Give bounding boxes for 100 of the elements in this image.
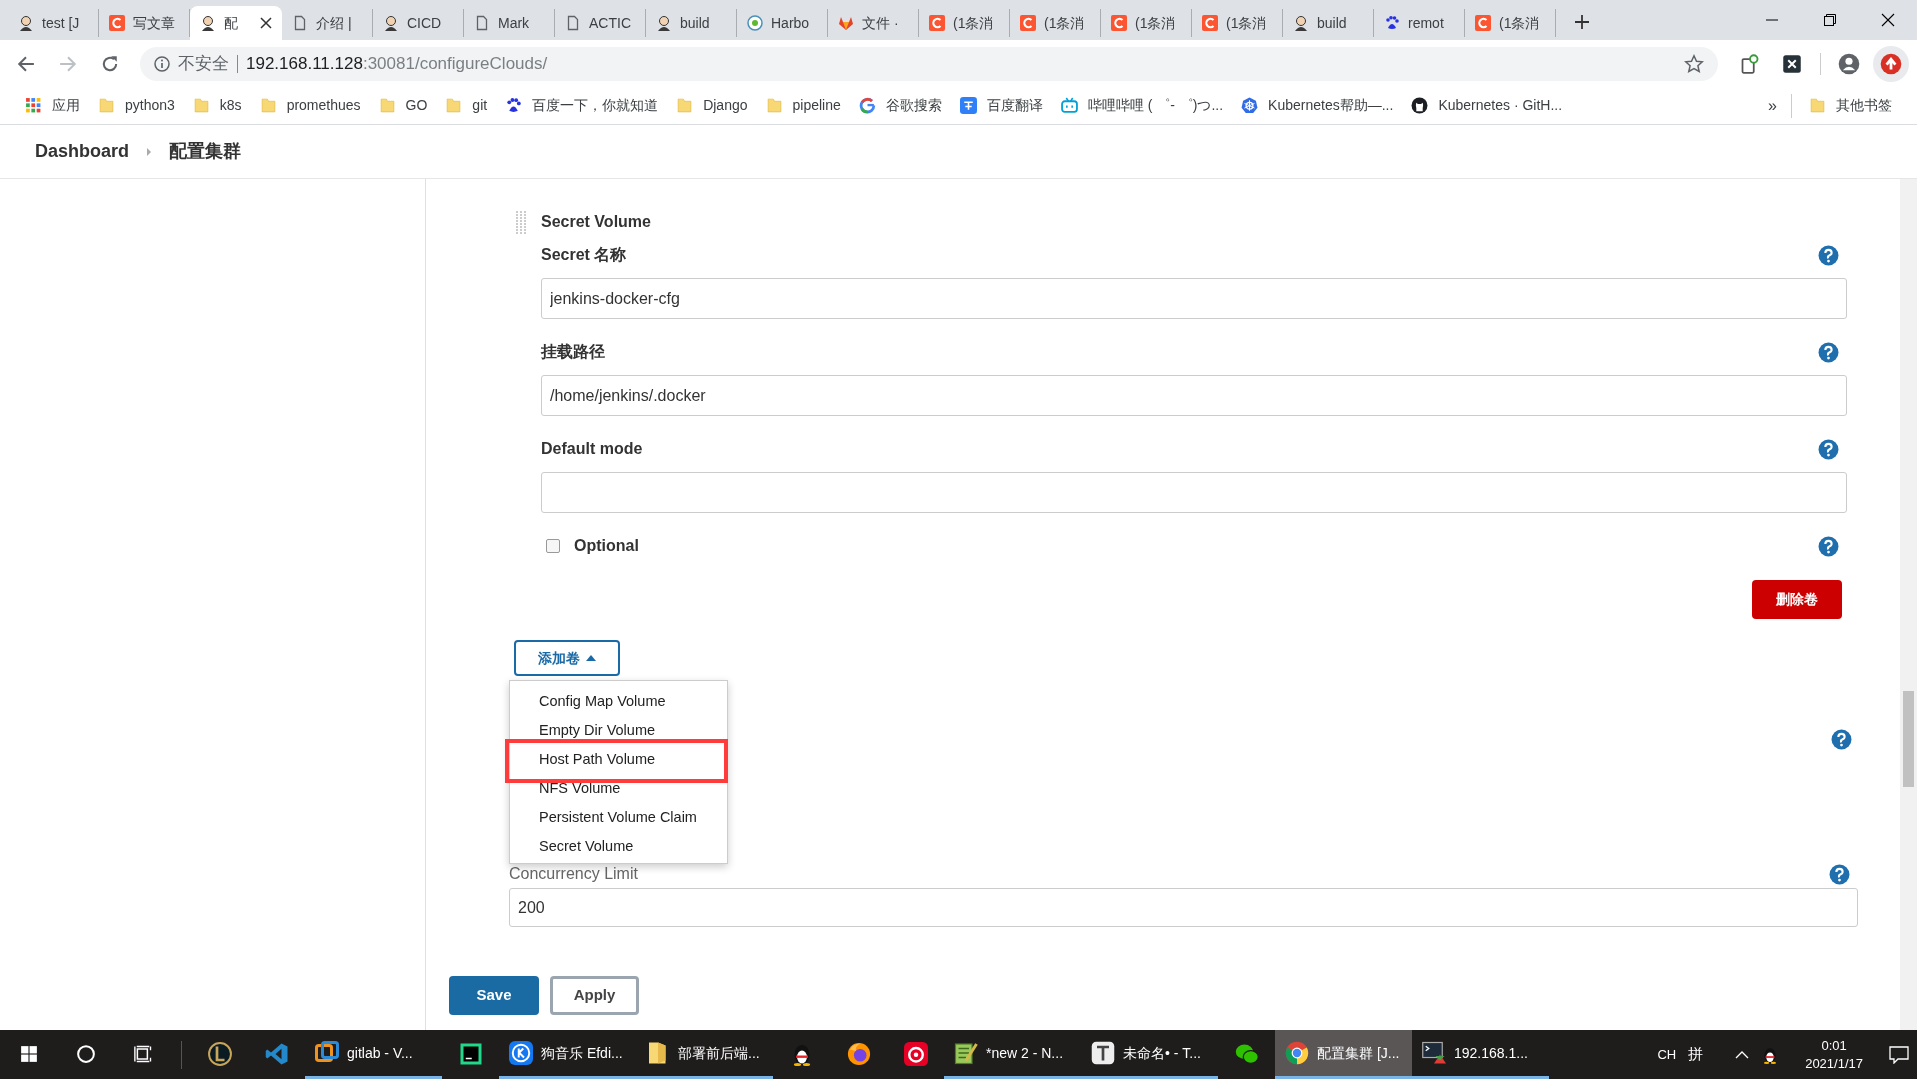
bookmark[interactable]: k8s bbox=[183, 91, 251, 120]
help-icon[interactable] bbox=[1818, 244, 1839, 266]
bookmark[interactable]: Kubernetes帮助—... bbox=[1232, 91, 1403, 120]
bookmark[interactable]: 其他书签 bbox=[1800, 91, 1901, 120]
text-field[interactable]: /home/jenkins/.docker bbox=[541, 375, 1847, 416]
field-label: Secret 名称 bbox=[541, 245, 627, 265]
bookmark[interactable]: Kubernetes · GitH... bbox=[1402, 91, 1572, 120]
reload-icon[interactable] bbox=[101, 54, 119, 73]
taskbar-button[interactable]: 狗音乐 Efdi... bbox=[499, 1030, 636, 1079]
taskbar-button[interactable]: *new 2 - N... bbox=[944, 1030, 1081, 1079]
browser-tab[interactable]: (1条消 bbox=[1192, 9, 1283, 37]
menu-item[interactable]: Empty Dir Volume bbox=[510, 715, 727, 744]
address-field[interactable]: 不安全 192.168.11.128:30081/configureClouds/ bbox=[140, 46, 1718, 81]
breadcrumb-link[interactable]: 配置集群 bbox=[169, 138, 242, 165]
bookmark[interactable]: 谷歌搜索 bbox=[849, 91, 951, 120]
chevron-up-icon[interactable] bbox=[1735, 1050, 1750, 1059]
logo-icon bbox=[903, 1041, 928, 1066]
taskbar-button[interactable]: 部署前后端... bbox=[636, 1030, 773, 1079]
delete-button[interactable]: 删除卷 bbox=[1752, 580, 1842, 619]
folder-icon bbox=[765, 97, 783, 114]
text-field[interactable]: 200 bbox=[509, 888, 1858, 927]
browser-tab[interactable]: (1条消 bbox=[1101, 9, 1192, 37]
browser-tab[interactable]: 介绍 | bbox=[282, 9, 373, 37]
menu-item[interactable]: Secret Volume bbox=[510, 831, 727, 860]
bookmark[interactable]: 哔哩哔哩 ( ゜- ゜)つ... bbox=[1051, 91, 1233, 120]
restore-icon[interactable] bbox=[1824, 14, 1836, 26]
field-label: Default mode bbox=[541, 439, 643, 459]
taskbar-button[interactable]: 配置集群 [J... bbox=[1275, 1030, 1412, 1079]
browser-tab[interactable]: build bbox=[1283, 9, 1374, 37]
bookmark[interactable]: GO bbox=[369, 91, 437, 120]
bookmark[interactable]: Django bbox=[667, 91, 757, 120]
person-icon bbox=[656, 15, 672, 31]
browser-tab[interactable]: CICD bbox=[373, 9, 464, 37]
save-button[interactable]: Save bbox=[449, 976, 539, 1015]
close-icon[interactable] bbox=[1881, 13, 1895, 27]
section-title: Secret Volume bbox=[541, 212, 651, 232]
browser-tab[interactable]: build bbox=[646, 9, 737, 37]
help-icon[interactable] bbox=[1818, 535, 1839, 557]
drag-handle-icon bbox=[515, 210, 527, 234]
start-icon bbox=[19, 1044, 38, 1063]
menu-item[interactable]: Persistent Volume Claim bbox=[510, 802, 727, 831]
help-icon[interactable] bbox=[1818, 438, 1839, 460]
menu-item[interactable]: Host Path Volume bbox=[510, 744, 727, 773]
input-method-indicator[interactable]: 拼 bbox=[1688, 1043, 1704, 1066]
bookmark[interactable]: pipeline bbox=[756, 91, 850, 120]
menu-item[interactable]: NFS Volume bbox=[510, 773, 727, 802]
close-icon[interactable] bbox=[260, 17, 272, 29]
dropdown-button[interactable]: 添加卷 bbox=[514, 640, 620, 676]
browser-tab[interactable]: test [J bbox=[8, 9, 99, 37]
menu-item[interactable]: Config Map Volume bbox=[510, 686, 727, 715]
star-icon[interactable] bbox=[1684, 53, 1704, 74]
clock-date[interactable]: 2021/1/17 bbox=[1805, 1054, 1863, 1073]
logo-icon bbox=[959, 97, 977, 114]
bookmark[interactable]: python3 bbox=[89, 91, 184, 120]
browser-tab[interactable]: Mark bbox=[464, 9, 555, 37]
browser-tab[interactable]: (1条消 bbox=[919, 9, 1010, 37]
update-icon[interactable] bbox=[1880, 52, 1902, 75]
scrollbar-thumb[interactable] bbox=[1903, 691, 1914, 787]
bookmark[interactable]: promethues bbox=[250, 91, 370, 120]
folder-icon bbox=[1809, 97, 1826, 114]
logo-icon bbox=[109, 15, 125, 31]
profile-icon[interactable] bbox=[1838, 52, 1860, 75]
notification-icon[interactable] bbox=[1889, 1045, 1909, 1064]
bookmark[interactable]: git bbox=[436, 91, 497, 120]
bookmark[interactable]: 应用 bbox=[16, 91, 89, 120]
document-icon bbox=[565, 15, 581, 31]
logo-icon bbox=[1285, 1041, 1309, 1065]
checkbox[interactable] bbox=[546, 539, 560, 553]
language-indicator[interactable]: CH bbox=[1657, 1044, 1677, 1065]
browser-tab[interactable]: 配 bbox=[190, 6, 282, 40]
scrollbar[interactable] bbox=[1900, 179, 1917, 1030]
bookmark[interactable]: 百度一下，你就知道 bbox=[496, 91, 668, 120]
browser-tab[interactable]: remot bbox=[1374, 9, 1465, 37]
browser-tab[interactable]: Harbo bbox=[737, 9, 828, 37]
extension-icon[interactable] bbox=[1782, 53, 1802, 74]
browser-tab[interactable]: 写文章 bbox=[99, 9, 190, 37]
text-field[interactable]: jenkins-docker-cfg bbox=[541, 278, 1847, 319]
more-bookmarks-button[interactable]: » bbox=[1754, 93, 1792, 118]
clock-time[interactable]: 0:01 bbox=[1821, 1036, 1847, 1055]
logo-icon bbox=[858, 97, 876, 114]
help-icon[interactable] bbox=[1831, 729, 1852, 750]
bookmark[interactable]: 百度翻译 bbox=[950, 91, 1052, 120]
extension-icon[interactable] bbox=[1740, 53, 1760, 74]
browser-tab[interactable]: (1条消 bbox=[1010, 9, 1101, 37]
logo-icon bbox=[954, 1041, 978, 1065]
browser-tab[interactable]: ACTIC bbox=[555, 9, 646, 37]
logo-icon bbox=[846, 1041, 871, 1066]
apply-button[interactable]: Apply bbox=[550, 976, 639, 1015]
person-icon bbox=[1293, 15, 1309, 31]
document-icon bbox=[292, 15, 308, 31]
help-icon[interactable] bbox=[1829, 863, 1850, 885]
taskbar-button[interactable]: 192.168.1... bbox=[1412, 1030, 1549, 1079]
breadcrumb-link[interactable]: Dashboard bbox=[35, 138, 130, 165]
text-field[interactable] bbox=[541, 472, 1847, 513]
back-icon[interactable] bbox=[17, 54, 35, 73]
taskbar-button[interactable]: gitlab - V... bbox=[305, 1030, 442, 1079]
taskbar-button[interactable]: 未命名• - T... bbox=[1081, 1030, 1218, 1079]
browser-tab[interactable]: 文件 · bbox=[828, 9, 919, 37]
browser-tab[interactable]: (1条消 bbox=[1465, 9, 1556, 37]
help-icon[interactable] bbox=[1818, 341, 1839, 363]
